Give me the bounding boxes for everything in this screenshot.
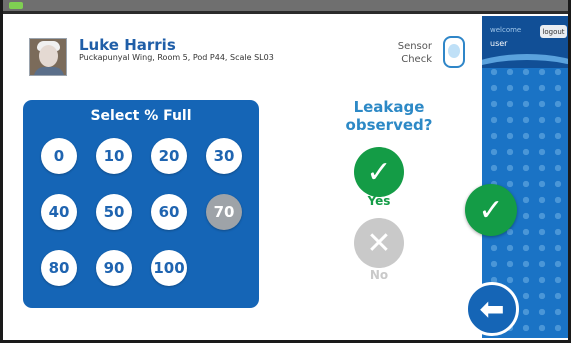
app-window: Luke Harris Puckapunyal Wing, Room 5, Po… — [0, 0, 571, 343]
status-bar — [3, 0, 568, 11]
username: user — [490, 39, 508, 48]
percent-option-10[interactable]: 10 — [96, 138, 132, 174]
percent-option-100[interactable]: 100 — [151, 250, 187, 286]
yes-button[interactable]: ✓ — [354, 147, 404, 197]
percent-option-50[interactable]: 50 — [96, 194, 132, 230]
logout-button[interactable]: logout — [540, 25, 567, 38]
back-button[interactable]: ⬅ — [465, 282, 519, 336]
no-label: No — [369, 268, 389, 282]
percent-option-30[interactable]: 30 — [206, 138, 242, 174]
leakage-question: Leakage observed? — [345, 98, 433, 134]
percent-option-0[interactable]: 0 — [41, 138, 77, 174]
check-icon: ✓ — [478, 192, 504, 228]
sensor-check-label[interactable]: Sensor Check — [382, 40, 432, 66]
yes-label: Yes — [367, 194, 391, 208]
main-content: Luke Harris Puckapunyal Wing, Room 5, Po… — [9, 16, 479, 338]
check-icon: ✓ — [366, 154, 392, 190]
select-percent-panel: Select % Full 0 10 20 30 40 50 60 70 80 … — [23, 100, 259, 308]
percent-option-80[interactable]: 80 — [41, 250, 77, 286]
panel-title: Select % Full — [90, 108, 192, 124]
battery-icon — [9, 2, 23, 9]
percent-option-70[interactable]: 70 — [206, 194, 242, 230]
patient-name: Luke Harris — [79, 36, 176, 54]
welcome-label: welcome — [490, 26, 522, 34]
back-arrow-icon: ⬅ — [479, 291, 505, 327]
percent-option-60[interactable]: 60 — [151, 194, 187, 230]
percent-option-40[interactable]: 40 — [41, 194, 77, 230]
top-divider — [3, 11, 568, 14]
confirm-button[interactable]: ✓ — [465, 184, 517, 236]
no-button[interactable]: ✕ — [354, 218, 404, 268]
sensor-icon[interactable] — [443, 36, 465, 68]
percent-option-20[interactable]: 20 — [151, 138, 187, 174]
cross-icon: ✕ — [366, 225, 392, 261]
percent-option-90[interactable]: 90 — [96, 250, 132, 286]
patient-avatar — [29, 38, 67, 76]
patient-details: Puckapunyal Wing, Room 5, Pod P44, Scale… — [79, 53, 274, 62]
